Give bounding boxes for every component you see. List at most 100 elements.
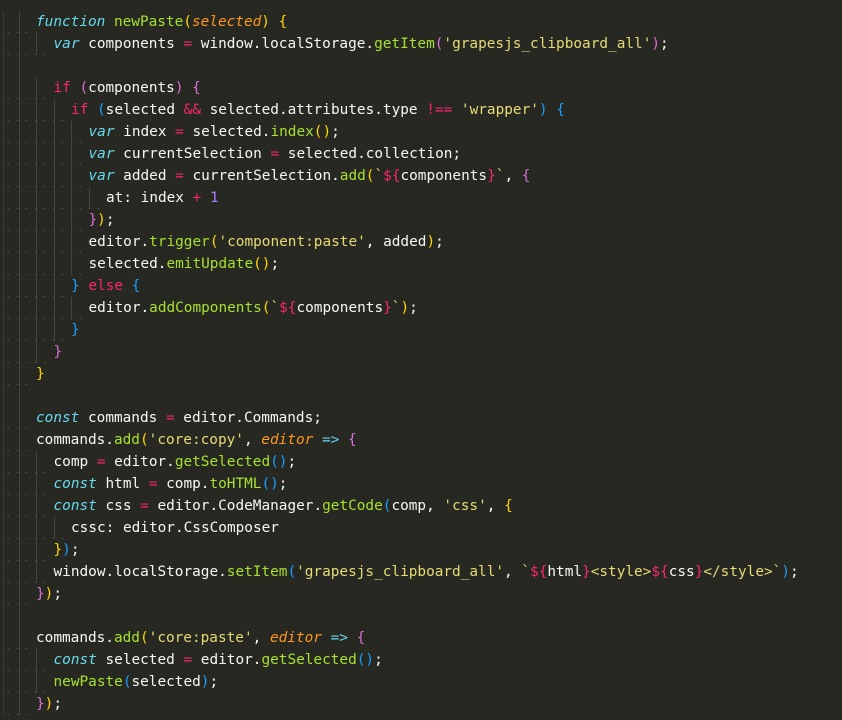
line-content: const commands = editor.Commands; xyxy=(36,410,322,426)
code-area[interactable]: function newPaste(selected) { var compone… xyxy=(0,11,799,715)
interpolation-token: } xyxy=(487,168,496,184)
keyword-token: var xyxy=(88,124,115,140)
code-line[interactable] xyxy=(0,55,799,77)
code-line[interactable]: var added = currentSelection.add(`${comp… xyxy=(0,165,799,187)
bracket-token: { xyxy=(556,102,565,118)
bracket-token: ) xyxy=(62,542,71,558)
function-name-token: newPaste xyxy=(53,674,123,690)
code-text: comp. xyxy=(157,476,210,492)
code-line[interactable]: editor.trigger('component:paste', added)… xyxy=(0,231,799,253)
code-line[interactable]: const commands = editor.Commands; xyxy=(0,407,799,429)
template-string-token: ` xyxy=(374,168,384,184)
code-text: , xyxy=(504,168,522,184)
operator-token: = xyxy=(96,454,106,470)
interpolation-token: ${ xyxy=(530,564,548,580)
function-name-token: getItem xyxy=(374,36,435,52)
bracket-token: ( xyxy=(97,102,106,118)
line-content: commands.add('core:paste', editor => { xyxy=(36,630,365,646)
code-text: window.localStorage. xyxy=(53,564,227,580)
template-string-token: ` xyxy=(270,300,280,316)
line-content: if (components) { xyxy=(36,80,201,96)
line-content: function newPaste(selected) { xyxy=(36,14,287,30)
code-text: ; xyxy=(105,212,115,228)
indent-guide xyxy=(3,605,4,627)
code-line[interactable]: }); xyxy=(0,693,799,715)
code-text: editor. xyxy=(88,300,150,316)
code-line[interactable]: if (selected && selected.attributes.type… xyxy=(0,99,799,121)
line-content: newPaste(selected); xyxy=(36,674,219,690)
code-line[interactable]: at: index + 1 xyxy=(0,187,799,209)
code-line[interactable]: comp = editor.getSelected(); xyxy=(0,451,799,473)
control-keyword-token: else xyxy=(88,278,123,294)
code-line[interactable]: var index = selected.index(); xyxy=(0,121,799,143)
whitespace-markers xyxy=(4,363,34,385)
code-line[interactable]: editor.addComponents(`${components}`); xyxy=(0,297,799,319)
code-line[interactable]: } xyxy=(0,341,799,363)
code-line[interactable]: selected.emitUpdate(); xyxy=(0,253,799,275)
code-line[interactable]: } xyxy=(0,363,799,385)
operator-token: !== xyxy=(426,102,453,118)
code-line[interactable] xyxy=(0,605,799,627)
code-line[interactable]: commands.add('core:copy', editor => { xyxy=(0,429,799,451)
operator-token: && xyxy=(183,102,201,118)
string-token: 'core:paste' xyxy=(148,630,253,646)
code-text: ; xyxy=(70,542,80,558)
code-line[interactable]: var components = window.localStorage.get… xyxy=(0,33,799,55)
bracket-token: } xyxy=(53,344,63,360)
code-line[interactable]: function newPaste(selected) { xyxy=(0,11,799,33)
line-content: if (selected && selected.attributes.type… xyxy=(36,102,565,118)
line-content: } xyxy=(36,366,45,382)
code-text: comp xyxy=(53,454,97,470)
code-line[interactable]: } else { xyxy=(0,275,799,297)
interpolation-token: ${ xyxy=(651,564,669,580)
whitespace-markers xyxy=(4,627,34,649)
code-text: , xyxy=(252,630,270,646)
code-text: ; xyxy=(790,564,799,580)
code-text: ; xyxy=(53,586,63,602)
keyword-token: const xyxy=(53,498,97,514)
whitespace-markers xyxy=(4,583,34,605)
code-text: editor.CodeManager. xyxy=(148,498,323,514)
arrow-token: => xyxy=(321,432,340,448)
code-line[interactable]: window.localStorage.setItem('grapesjs_cl… xyxy=(0,561,799,583)
function-name-token: getCode xyxy=(322,498,383,514)
code-line[interactable]: const css = editor.CodeManager.getCode(c… xyxy=(0,495,799,517)
code-text: ; xyxy=(287,454,297,470)
code-line[interactable]: }); xyxy=(0,539,799,561)
code-editor[interactable]: function newPaste(selected) { var compone… xyxy=(0,0,842,720)
string-token: 'grapesjs_clipboard_all' xyxy=(296,564,505,580)
code-text: , added xyxy=(365,234,427,250)
code-line[interactable]: cssc: editor.CssComposer xyxy=(0,517,799,539)
code-line[interactable]: commands.add('core:paste', editor => { xyxy=(0,627,799,649)
string-token: 'component:paste' xyxy=(218,234,366,250)
code-line[interactable] xyxy=(0,385,799,407)
line-content: }); xyxy=(36,586,62,602)
code-text: ; xyxy=(270,256,280,272)
code-line[interactable]: newPaste(selected); xyxy=(0,671,799,693)
code-line[interactable]: const selected = editor.getSelected(); xyxy=(0,649,799,671)
code-line[interactable]: }); xyxy=(0,209,799,231)
function-name-token: toHTML xyxy=(209,476,262,492)
control-keyword-token: if xyxy=(71,102,89,118)
code-text: selected.attributes.type xyxy=(200,102,427,118)
code-text: commands. xyxy=(36,432,114,448)
code-text: comp, xyxy=(391,498,444,514)
line-content: const html = comp.toHTML(); xyxy=(36,476,288,492)
string-token: 'css' xyxy=(443,498,487,514)
code-text: , xyxy=(243,432,262,448)
code-line[interactable]: const html = comp.toHTML(); xyxy=(0,473,799,495)
code-text: ; xyxy=(660,36,669,52)
code-text: editor. xyxy=(88,234,150,250)
string-token: 'core:copy' xyxy=(148,432,244,448)
line-content: cssc: editor.CssComposer xyxy=(36,520,279,536)
code-line[interactable]: }); xyxy=(0,583,799,605)
bracket-token: () xyxy=(356,652,375,668)
code-line[interactable]: var currentSelection = selected.collecti… xyxy=(0,143,799,165)
bracket-token: { xyxy=(356,630,366,646)
line-content: var currentSelection = selected.collecti… xyxy=(36,146,462,162)
keyword-token: var xyxy=(88,168,115,184)
code-line[interactable]: } xyxy=(0,319,799,341)
code-line[interactable]: if (components) { xyxy=(0,77,799,99)
